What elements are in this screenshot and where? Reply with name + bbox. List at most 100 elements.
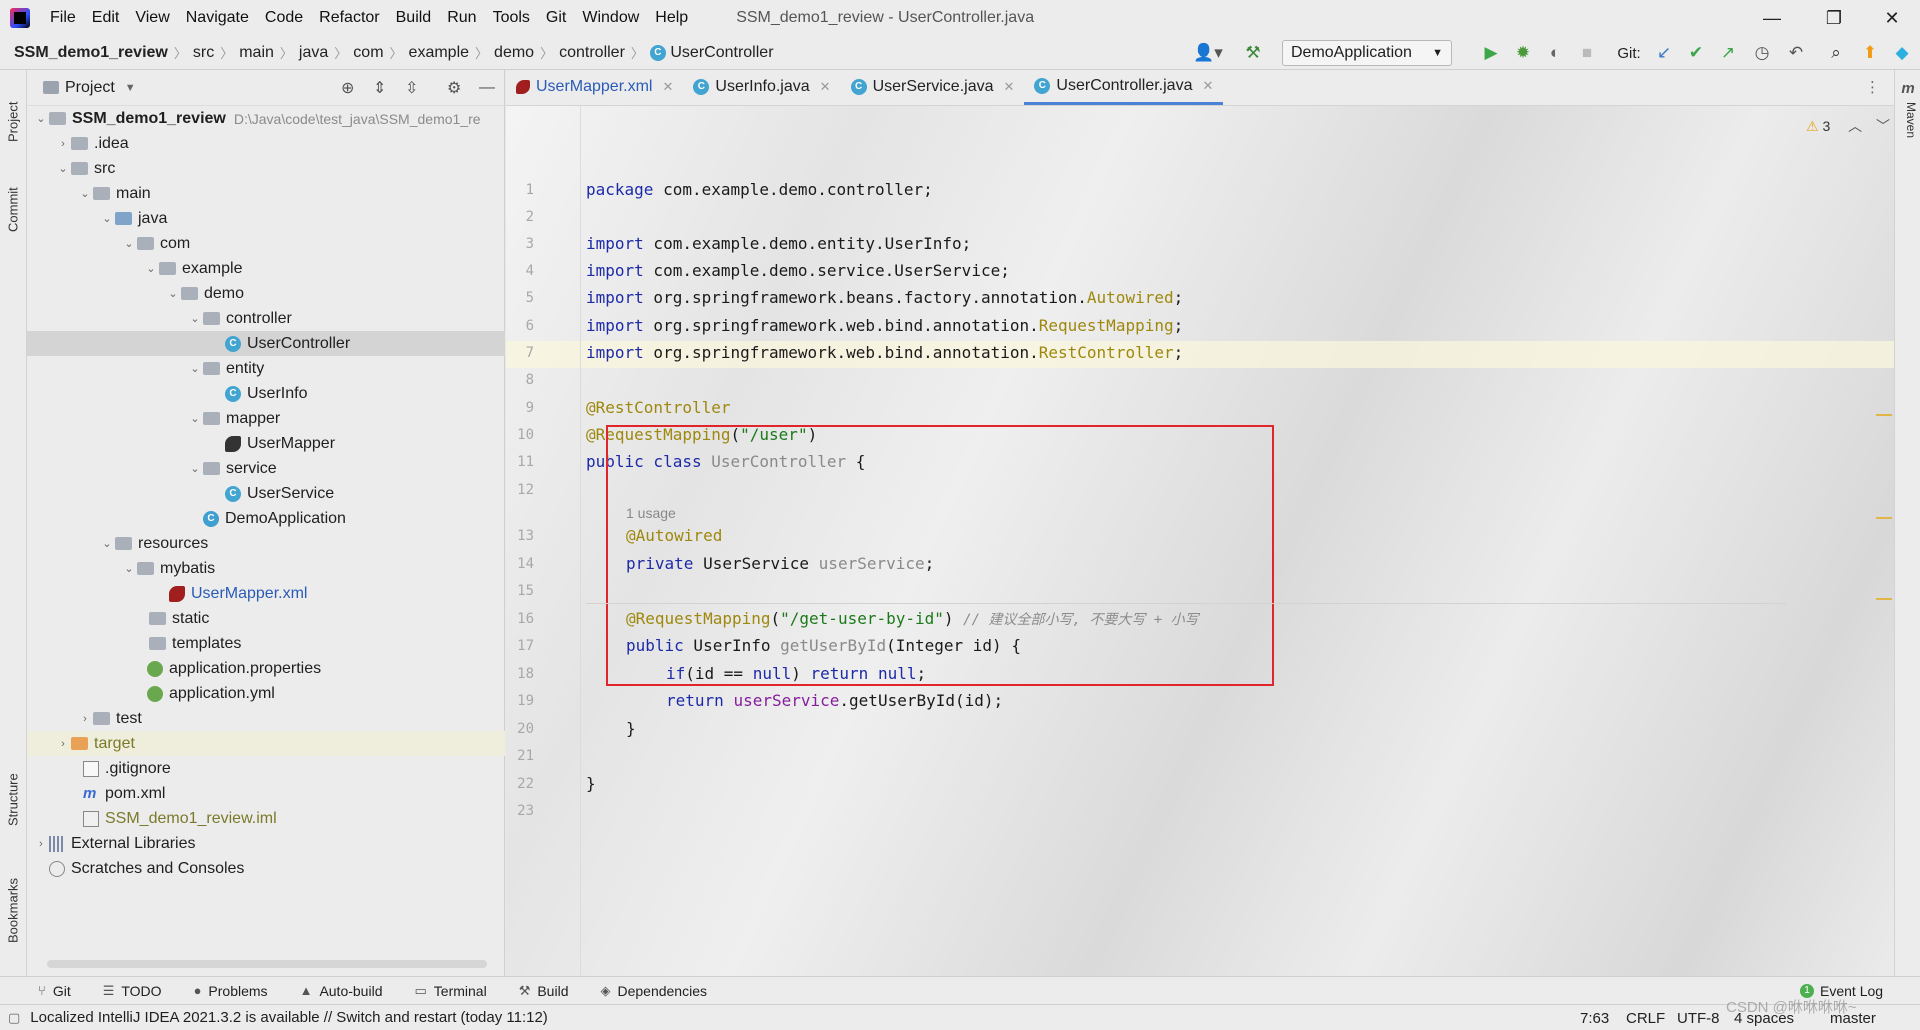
code-line-5[interactable]: import org.springframework.beans.factory… (586, 288, 1183, 307)
locate-icon[interactable]: ⊕ (341, 78, 354, 98)
expand-all-icon[interactable]: ⇕ (373, 78, 386, 98)
breadcrumb-example[interactable]: example (409, 44, 469, 62)
horizontal-scrollbar[interactable] (47, 960, 487, 968)
code-line-13[interactable]: @Autowired (626, 526, 722, 545)
tree-item-src[interactable]: ⌄ src (27, 156, 505, 181)
close-icon[interactable]: ✕ (820, 79, 831, 95)
chevron-down-icon[interactable]: ⌄ (187, 312, 203, 325)
warnings-indicator[interactable]: ⚠ 3 ︿ ﹀ (1806, 116, 1890, 136)
menu-window[interactable]: Window (574, 0, 647, 36)
breadcrumb-usercontroller[interactable]: UserController (670, 44, 773, 62)
menu-navigate[interactable]: Navigate (178, 0, 257, 36)
chevron-right-icon[interactable]: › (55, 138, 71, 150)
tab-userinfo-java[interactable]: C UserInfo.java ✕ (683, 70, 840, 105)
tool-terminal[interactable]: ▭ Terminal (414, 983, 486, 999)
more-tabs-icon[interactable]: ⋮ (1865, 78, 1880, 96)
tree-item-external-libraries[interactable]: › External Libraries (27, 831, 505, 856)
tree-item-usermapper-xml[interactable]: UserMapper.xml (27, 581, 505, 606)
code-line-7[interactable]: import org.springframework.web.bind.anno… (586, 343, 1183, 362)
code-line-22[interactable]: } (586, 774, 596, 793)
tree-item-demo[interactable]: ⌄ demo (27, 281, 505, 306)
chevron-down-icon[interactable]: ▼ (125, 82, 136, 94)
tree-item-userservice[interactable]: C UserService (27, 481, 505, 506)
project-view-select[interactable]: Project (65, 79, 115, 97)
close-button[interactable]: ✕ (1864, 0, 1920, 36)
chevron-down-icon[interactable]: ⌄ (165, 287, 181, 300)
menu-help[interactable]: Help (647, 0, 696, 36)
previous-highlight-icon[interactable]: ︿ (1848, 118, 1862, 134)
tree-item-project-root[interactable]: ⌄ SSM_demo1_review D:\Java\code\test_jav… (27, 106, 505, 131)
code-line-20[interactable]: } (626, 719, 636, 738)
run-configuration-select[interactable]: DemoApplication ▼ (1282, 40, 1452, 66)
menu-tools[interactable]: Tools (485, 0, 538, 36)
user-icon[interactable]: 👤▾ (1190, 36, 1226, 70)
menu-refactor[interactable]: Refactor (311, 0, 387, 36)
rollback-icon[interactable]: ↶ (1782, 36, 1810, 70)
chevron-down-icon[interactable]: ⌄ (121, 237, 137, 250)
tree-item-pom[interactable]: m pom.xml (27, 781, 505, 806)
tool-build[interactable]: ⚒ Build (519, 983, 569, 999)
git-push-icon[interactable]: ↗ (1714, 36, 1742, 70)
tool-dependencies[interactable]: ◈ Dependencies (600, 983, 707, 999)
tree-item-entity[interactable]: ⌄ entity (27, 356, 505, 381)
debug-icon[interactable]: ✹ (1508, 36, 1538, 70)
file-encoding[interactable]: UTF-8 (1677, 1005, 1720, 1030)
line-separator[interactable]: CRLF (1626, 1005, 1665, 1030)
tree-item-application-yml[interactable]: application.yml (27, 681, 505, 706)
close-icon[interactable]: ✕ (662, 79, 673, 95)
chevron-down-icon[interactable]: ⌄ (143, 262, 159, 275)
breadcrumb-main[interactable]: main (239, 44, 274, 62)
tree-item-controller[interactable]: ⌄ controller (27, 306, 505, 331)
menu-build[interactable]: Build (388, 0, 440, 36)
update-icon[interactable]: ⬆ (1856, 36, 1884, 70)
caret-position[interactable]: 7:63 (1580, 1005, 1609, 1030)
tree-item-target[interactable]: › target (27, 731, 505, 756)
code-line-18[interactable]: if(id == null) return null; (666, 664, 926, 683)
breadcrumb-project[interactable]: SSM_demo1_review (14, 44, 168, 62)
tree-item-iml[interactable]: SSM_demo1_review.iml (27, 806, 505, 831)
warning-mark[interactable] (1876, 414, 1892, 416)
tab-bookmarks[interactable]: Bookmarks (2, 860, 24, 960)
tree-item-usermapper[interactable]: UserMapper (27, 431, 505, 456)
breadcrumb-demo[interactable]: demo (494, 44, 534, 62)
menu-git[interactable]: Git (538, 0, 574, 36)
warning-mark[interactable] (1876, 598, 1892, 600)
breadcrumb-java[interactable]: java (299, 44, 328, 62)
code-line-1[interactable]: package com.example.demo.controller; (586, 180, 933, 199)
chevron-right-icon[interactable]: › (33, 838, 49, 850)
tree-item-example[interactable]: ⌄ example (27, 256, 505, 281)
chevron-down-icon[interactable]: ⌄ (99, 537, 115, 550)
tree-item-service[interactable]: ⌄ service (27, 456, 505, 481)
usage-hint[interactable]: 1 usage (626, 505, 676, 521)
hide-icon[interactable]: — (479, 79, 495, 97)
tool-auto-build[interactable]: ▲ Auto-build (300, 983, 383, 999)
git-update-icon[interactable]: ↙ (1650, 36, 1678, 70)
tree-item-java[interactable]: ⌄ java (27, 206, 505, 231)
history-icon[interactable]: ◷ (1748, 36, 1776, 70)
status-message[interactable]: Localized IntelliJ IDEA 2021.3.2 is avai… (30, 1009, 548, 1026)
close-icon[interactable]: ✕ (1004, 79, 1015, 95)
code-line-6[interactable]: import org.springframework.web.bind.anno… (586, 316, 1183, 335)
breadcrumb-src[interactable]: src (193, 44, 214, 62)
tool-todo[interactable]: ☰ TODO (103, 983, 162, 999)
code-line-17[interactable]: public UserInfo getUserById(Integer id) … (626, 636, 1021, 655)
breadcrumb-com[interactable]: com (353, 44, 383, 62)
chevron-right-icon[interactable]: › (55, 738, 71, 750)
gear-icon[interactable]: ⚙ (447, 78, 461, 98)
chevron-down-icon[interactable]: ⌄ (187, 462, 203, 475)
coverage-icon[interactable]: ◐ (1540, 36, 1570, 70)
tree-item-resources[interactable]: ⌄ resources (27, 531, 505, 556)
menu-edit[interactable]: Edit (84, 0, 128, 36)
chevron-right-icon[interactable]: › (77, 713, 93, 725)
menu-run[interactable]: Run (439, 0, 484, 36)
code-line-14[interactable]: private UserService userService; (626, 554, 934, 573)
menu-file[interactable]: File (42, 0, 84, 36)
next-highlight-icon[interactable]: ﹀ (1876, 118, 1890, 134)
chevron-down-icon[interactable]: ⌄ (121, 562, 137, 575)
code-line-19[interactable]: return userService.getUserById(id); (666, 691, 1003, 710)
tree-item-static[interactable]: static (27, 606, 505, 631)
run-icon[interactable]: ▶ (1476, 36, 1506, 70)
tree-item-demoapplication[interactable]: C DemoApplication (27, 506, 505, 531)
tree-item-mybatis[interactable]: ⌄ mybatis (27, 556, 505, 581)
git-commit-icon[interactable]: ✔ (1682, 36, 1710, 70)
